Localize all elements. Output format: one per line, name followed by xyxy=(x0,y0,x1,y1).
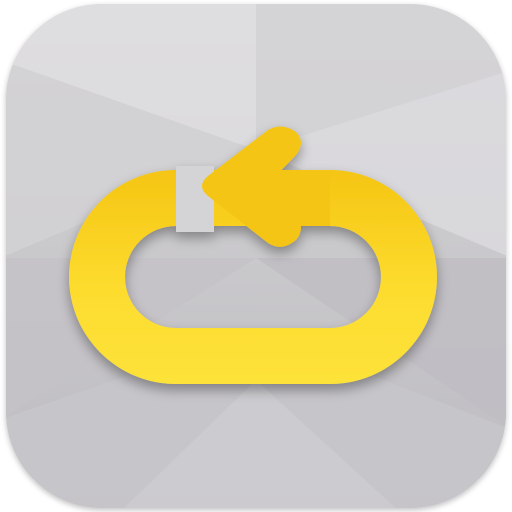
app-icon[interactable] xyxy=(0,0,512,512)
app-icon-canvas xyxy=(0,0,512,512)
